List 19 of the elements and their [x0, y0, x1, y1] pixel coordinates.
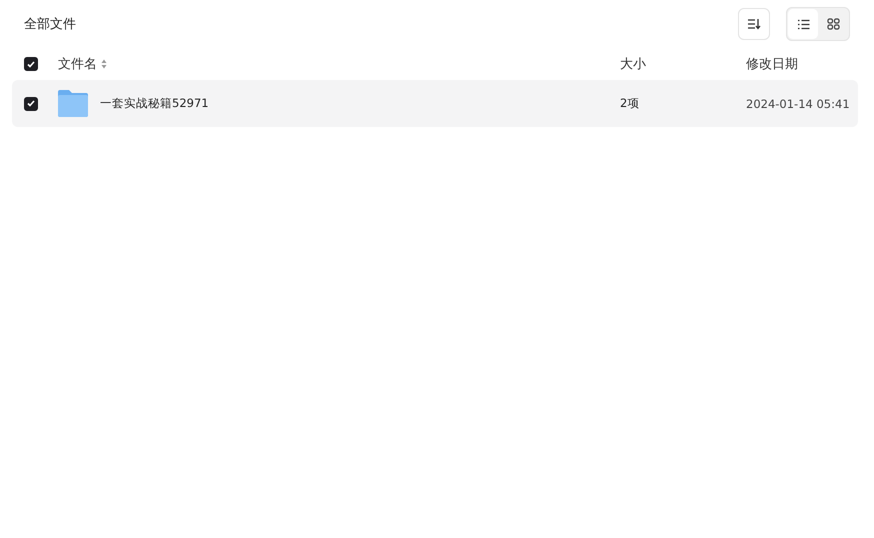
date-cell: 2024-01-14 05:41 — [746, 96, 850, 110]
sort-icon — [747, 18, 761, 30]
list-view-button[interactable] — [788, 9, 818, 39]
page-title: 全部文件 — [24, 16, 76, 33]
folder-icon — [58, 90, 88, 117]
check-icon — [27, 60, 35, 68]
sort-arrows-icon — [101, 59, 107, 69]
row-checkbox[interactable] — [24, 96, 38, 110]
column-header[interactable]: 大小 — [620, 55, 646, 73]
check-icon — [27, 100, 35, 107]
sort-button[interactable] — [738, 8, 770, 40]
file-name[interactable]: 一套实战秘籍52971 — [100, 96, 209, 111]
column-header[interactable]: 修改日期 — [746, 55, 798, 73]
grid-icon — [826, 18, 840, 30]
file-row[interactable]: 一套实战秘籍52971 2项 2024-01-14 05:41 — [12, 80, 858, 127]
list-icon — [796, 18, 810, 30]
column-header[interactable]: 文件名 — [58, 55, 107, 73]
select-all-checkbox[interactable] — [24, 57, 38, 71]
size-cell: 2项 — [620, 96, 640, 111]
